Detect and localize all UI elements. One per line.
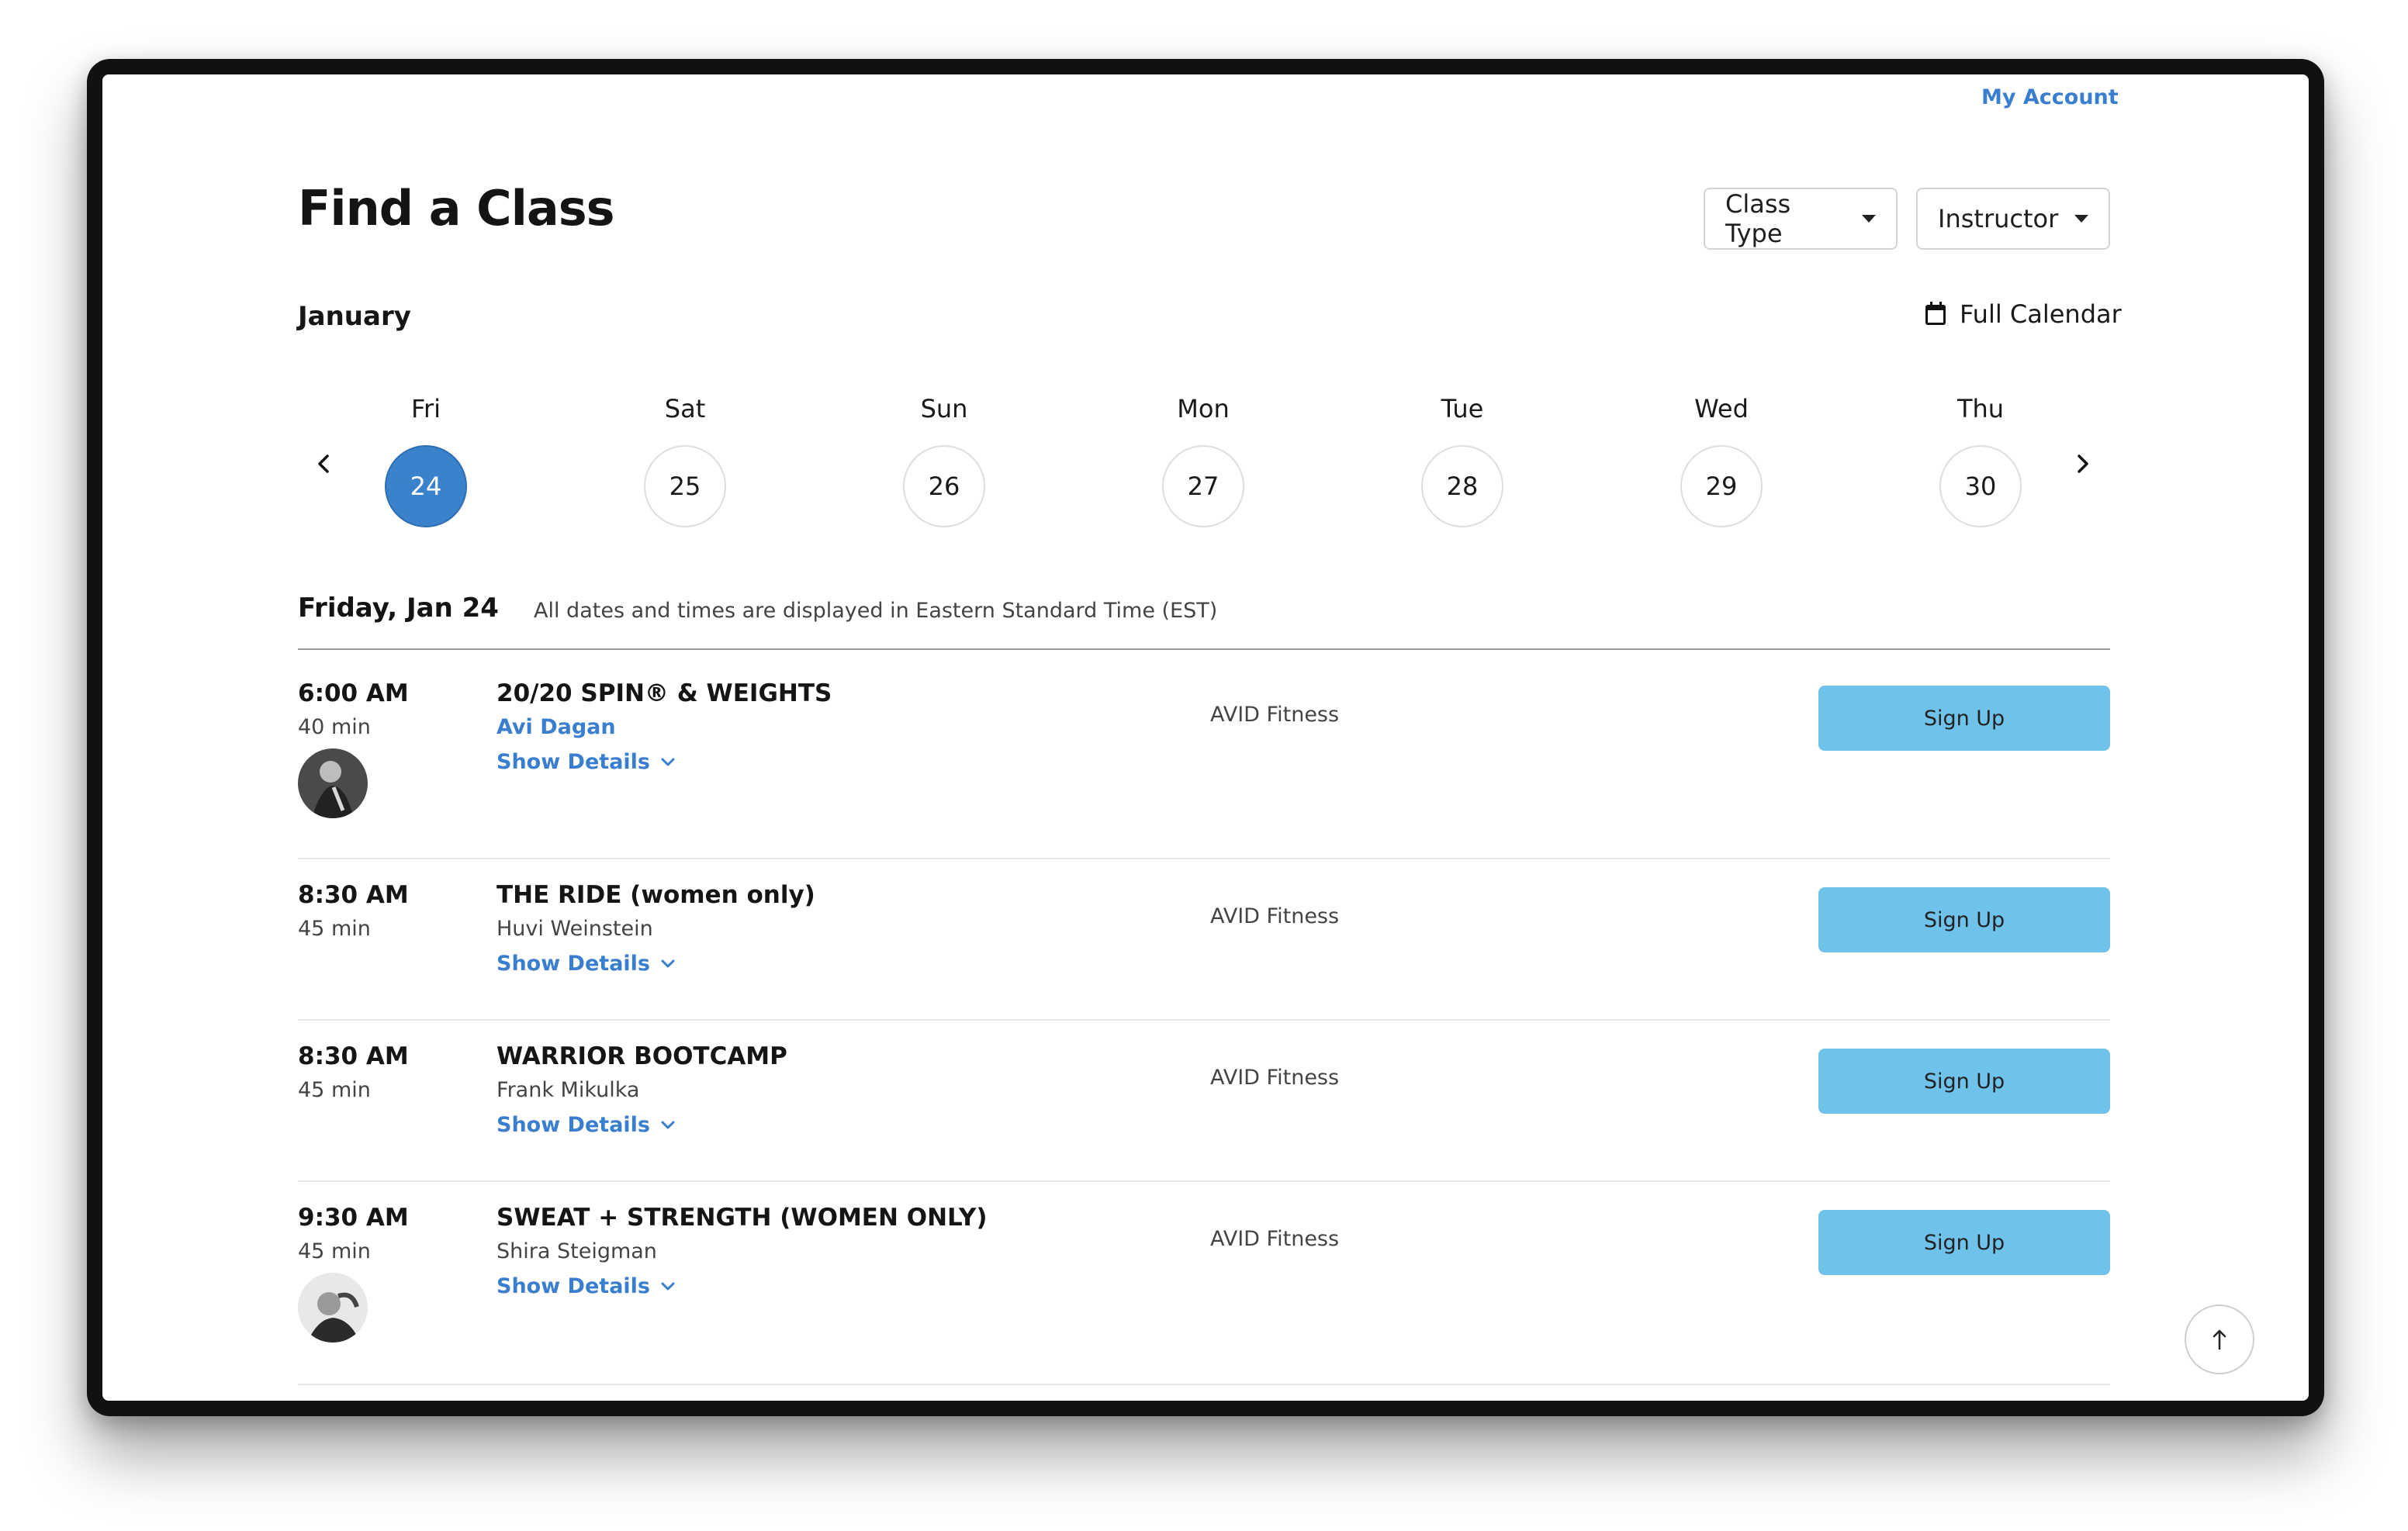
class-duration: 45 min bbox=[298, 1239, 371, 1263]
class-duration: 40 min bbox=[298, 715, 371, 739]
sign-up-button[interactable]: Sign Up bbox=[1818, 1049, 2110, 1114]
scroll-to-top-button[interactable] bbox=[2185, 1305, 2254, 1374]
row-divider bbox=[298, 1019, 2110, 1021]
instructor-dropdown[interactable]: Instructor bbox=[1916, 188, 2110, 250]
show-details-toggle[interactable]: Show Details bbox=[496, 952, 815, 976]
timezone-note: All dates and times are displayed in Eas… bbox=[534, 599, 1218, 623]
chevron-down-icon bbox=[661, 1282, 675, 1290]
class-duration: 45 min bbox=[298, 1078, 371, 1102]
day-number[interactable]: 26 bbox=[903, 445, 985, 527]
instructor-name: Shira Steigman bbox=[496, 1239, 657, 1263]
arrow-up-icon bbox=[2213, 1329, 2226, 1350]
next-week-button[interactable] bbox=[2065, 447, 2099, 481]
class-type-dropdown[interactable]: Class Type bbox=[1704, 188, 1898, 250]
day-number[interactable]: 24 bbox=[385, 445, 467, 527]
chevron-right-icon bbox=[2078, 454, 2088, 473]
prev-week-button[interactable] bbox=[307, 447, 341, 481]
day-number[interactable]: 27 bbox=[1162, 445, 1244, 527]
day-name: Wed bbox=[1694, 394, 1749, 423]
day-name: Mon bbox=[1177, 394, 1230, 423]
day-name: Sun bbox=[920, 394, 968, 423]
calendar-icon bbox=[1925, 302, 1949, 327]
class-time: 9:30 AM bbox=[298, 1204, 409, 1232]
day-wed[interactable]: Wed 29 bbox=[1675, 394, 1768, 527]
instructor-name: Huvi Weinstein bbox=[496, 917, 653, 941]
studio-name: AVID Fitness bbox=[1210, 703, 1340, 727]
sign-up-button[interactable]: Sign Up bbox=[1818, 1210, 2110, 1275]
day-number[interactable]: 25 bbox=[644, 445, 726, 527]
class-time: 6:00 AM bbox=[298, 679, 409, 707]
day-fri[interactable]: Fri 24 bbox=[379, 394, 472, 527]
instructor-label: Instructor bbox=[1938, 204, 2059, 233]
day-name: Sat bbox=[664, 394, 706, 423]
page-title: Find a Class bbox=[298, 180, 615, 237]
day-mon[interactable]: Mon 27 bbox=[1157, 394, 1250, 527]
full-calendar-label: Full Calendar bbox=[1960, 299, 2122, 329]
full-calendar-link[interactable]: Full Calendar bbox=[1925, 299, 2122, 329]
selected-date-heading: Friday, Jan 24 bbox=[298, 593, 499, 624]
instructor-name: Frank Mikulka bbox=[496, 1078, 640, 1102]
day-thu[interactable]: Thu 30 bbox=[1934, 394, 2027, 527]
class-time: 8:30 AM bbox=[298, 1042, 409, 1070]
studio-name: AVID Fitness bbox=[1210, 1066, 1340, 1090]
row-divider bbox=[298, 858, 2110, 859]
day-name: Tue bbox=[1441, 394, 1484, 423]
divider bbox=[298, 648, 2110, 650]
chevron-down-icon bbox=[661, 959, 675, 967]
avatar bbox=[298, 1273, 368, 1343]
show-details-label: Show Details bbox=[496, 750, 650, 774]
class-name: WARRIOR BOOTCAMP bbox=[496, 1042, 787, 1070]
day-tue[interactable]: Tue 28 bbox=[1416, 394, 1509, 527]
show-details-toggle[interactable]: Show Details bbox=[496, 1274, 988, 1298]
show-details-label: Show Details bbox=[496, 952, 650, 976]
class-name: THE RIDE (women only) bbox=[496, 881, 815, 909]
studio-name: AVID Fitness bbox=[1210, 1227, 1340, 1251]
chevron-down-icon bbox=[661, 1121, 675, 1128]
class-type-label: Class Type bbox=[1725, 189, 1791, 248]
class-duration: 45 min bbox=[298, 917, 371, 941]
day-name: Fri bbox=[410, 394, 441, 423]
month-label: January bbox=[298, 301, 411, 332]
show-details-toggle[interactable]: Show Details bbox=[496, 1113, 787, 1137]
app-screen: My Account Find a Class Class Type Instr… bbox=[102, 74, 2309, 1401]
class-name: 20/20 SPIN® & WEIGHTS bbox=[496, 679, 832, 707]
caret-down-icon bbox=[2074, 215, 2088, 223]
row-divider bbox=[298, 1384, 2110, 1385]
show-details-toggle[interactable]: Show Details bbox=[496, 750, 832, 774]
avatar bbox=[298, 748, 368, 818]
chevron-down-icon bbox=[661, 758, 675, 766]
chevron-left-icon bbox=[318, 454, 329, 473]
class-name: SWEAT + STRENGTH (WOMEN ONLY) bbox=[496, 1204, 988, 1232]
instructor-link[interactable]: Avi Dagan bbox=[496, 715, 832, 739]
day-number[interactable]: 28 bbox=[1421, 445, 1503, 527]
row-divider bbox=[298, 1180, 2110, 1182]
device-frame: My Account Find a Class Class Type Instr… bbox=[87, 59, 2324, 1416]
my-account-link[interactable]: My Account bbox=[1981, 85, 2119, 109]
class-time: 8:30 AM bbox=[298, 881, 409, 909]
sign-up-button[interactable]: Sign Up bbox=[1818, 887, 2110, 952]
day-sun[interactable]: Sun 26 bbox=[898, 394, 991, 527]
show-details-label: Show Details bbox=[496, 1274, 650, 1298]
caret-down-icon bbox=[1862, 215, 1876, 223]
day-number[interactable]: 29 bbox=[1680, 445, 1763, 527]
sign-up-button[interactable]: Sign Up bbox=[1818, 686, 2110, 751]
day-number[interactable]: 30 bbox=[1939, 445, 2022, 527]
studio-name: AVID Fitness bbox=[1210, 904, 1340, 928]
day-name: Thu bbox=[1956, 394, 2005, 423]
show-details-label: Show Details bbox=[496, 1113, 650, 1137]
day-sat[interactable]: Sat 25 bbox=[638, 394, 732, 527]
